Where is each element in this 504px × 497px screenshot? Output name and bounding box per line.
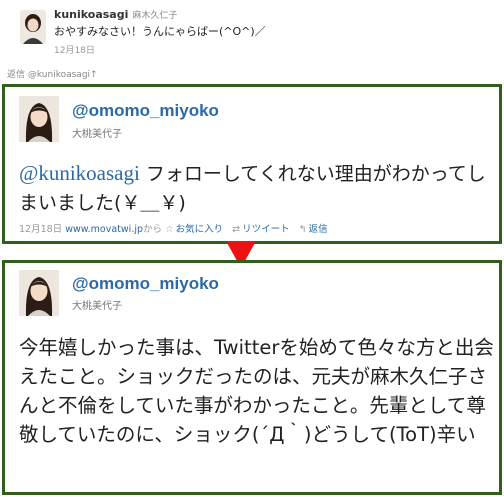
avatar-kunikoasagi[interactable] — [20, 10, 46, 44]
main-tweet-handle[interactable]: @omomo_miyoko — [72, 274, 219, 294]
avatar-omomo-miyoko[interactable] — [19, 270, 59, 316]
reply-tweet-handle[interactable]: @omomo_miyoko — [72, 101, 219, 121]
reply-tweet-text: @kunikoasagi フォローしてくれない理由がわかってしまいました(￥＿￥… — [19, 159, 499, 218]
via-link[interactable]: www.movatwi.jp — [65, 224, 143, 235]
favorite-button[interactable]: お気に入り — [176, 224, 224, 235]
retweet-button[interactable]: リツイート — [242, 224, 290, 235]
top-tweet-username[interactable]: kunikoasagi — [54, 8, 128, 21]
reply-tweet-date[interactable]: 12月18日 — [19, 224, 62, 235]
main-tweet-card: @omomo_miyoko 大桃美代子 今年嬉しかった事は、Twitterを始め… — [2, 260, 502, 495]
reply-tweet-meta: 12月18日 www.movatwi.jpから ☆ お気に入り ⇄ リツイート ↰ 返… — [19, 221, 328, 235]
star-icon[interactable]: ☆ — [165, 224, 174, 235]
main-tweet-display-name: 大桃美代子 — [72, 301, 122, 312]
main-tweet-text: 今年嬉しかった事は、Twitterを始めて色々な方と出会えたこと。ショックだった… — [19, 336, 494, 446]
reply-to-label[interactable]: 返信 @kunikoasagi↑ — [7, 67, 98, 80]
reply-tweet-card: @omomo_miyoko 大桃美代子 @kunikoasagi フォローしてく… — [2, 84, 502, 244]
top-tweet-text: おやすみなさい！うんにゃらばー(^O^)／ — [54, 25, 266, 38]
top-tweet-date[interactable]: 12月18日 — [54, 43, 95, 56]
reply-tweet-display-name: 大桃美代子 — [72, 129, 122, 140]
reply-button[interactable]: 返信 — [309, 224, 328, 235]
top-tweet-user: kunikoasagi 麻木久仁子 — [54, 8, 177, 21]
reply-icon[interactable]: ↰ — [299, 224, 307, 235]
top-tweet: kunikoasagi 麻木久仁子 おやすみなさい！うんにゃらばー(^O^)／ 1… — [0, 0, 504, 64]
retweet-icon[interactable]: ⇄ — [232, 224, 240, 235]
avatar-omomo-miyoko[interactable] — [19, 96, 59, 142]
top-tweet-display-name: 麻木久仁子 — [132, 11, 178, 21]
via-suffix: から — [143, 224, 163, 235]
reply-tweet-mention[interactable]: @kunikoasagi — [19, 161, 140, 185]
